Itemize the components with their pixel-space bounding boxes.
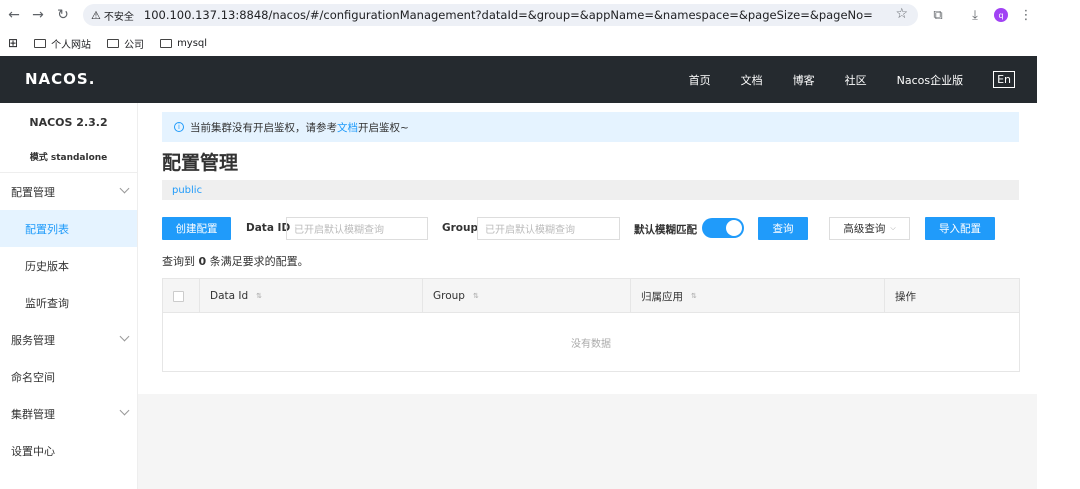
- column-data-id[interactable]: Data Id ⇅: [200, 279, 423, 313]
- sidebar-item-config-list[interactable]: 配置列表: [0, 210, 137, 247]
- top-nav: 首页 文档 博客 社区 Nacos企业版 En: [659, 56, 1015, 103]
- column-app[interactable]: 归属应用 ⇅: [631, 279, 885, 313]
- import-config-button[interactable]: 导入配置: [925, 217, 995, 240]
- chevron-down-icon: ⌵: [890, 224, 896, 232]
- nav-blog[interactable]: 博客: [793, 72, 815, 88]
- sidebar-item-service-management[interactable]: 服务管理: [0, 321, 137, 358]
- warning-icon: ⚠: [91, 8, 101, 22]
- info-icon: i: [174, 122, 184, 132]
- namespace-bar: public: [162, 180, 1019, 200]
- nav-enterprise[interactable]: Nacos企业版: [897, 72, 963, 88]
- column-operations: 操作: [895, 290, 916, 303]
- main-content: i 当前集群没有开启鉴权，请参考 文档 开启鉴权~ 配置管理 public 创建配置…: [138, 103, 1037, 394]
- query-button[interactable]: 查询: [758, 217, 808, 240]
- bookmark-star-icon[interactable]: ☆: [895, 6, 908, 22]
- docs-link[interactable]: 文档: [337, 120, 358, 135]
- column-group[interactable]: Group ⇅: [423, 279, 631, 313]
- namespace-public[interactable]: public: [172, 185, 202, 196]
- sidebar-item-namespace[interactable]: 命名空间: [0, 358, 137, 395]
- nacos-logo[interactable]: NACOS.: [25, 70, 95, 88]
- apps-icon[interactable]: ⊞: [8, 36, 18, 50]
- query-toolbar: 创建配置 Data ID 已开启默认模糊查询 Group 已开启默认模糊查询 默…: [162, 217, 1022, 241]
- group-label: Group: [442, 222, 479, 234]
- select-all-checkbox[interactable]: [173, 290, 184, 302]
- config-table: Data Id ⇅ Group ⇅ 归属应用 ⇅ 操作 没有数据: [162, 278, 1020, 372]
- extensions-icon[interactable]: ⧉: [928, 4, 948, 26]
- chevron-down-icon: [119, 331, 130, 342]
- content-footer-area: [138, 394, 1037, 489]
- profile-button[interactable]: q: [991, 4, 1011, 26]
- bookmark-company[interactable]: 公司: [107, 36, 144, 51]
- avatar: q: [994, 8, 1008, 22]
- language-toggle[interactable]: En: [993, 71, 1015, 88]
- auth-notice: i 当前集群没有开启鉴权，请参考 文档 开启鉴权~: [162, 112, 1019, 142]
- browser-toolbar: ← → ↻ ⚠ 不安全 100.100.137.13:8848/nacos/#/…: [0, 0, 1080, 30]
- sort-icon[interactable]: ⇅: [473, 292, 479, 300]
- sidebar-item-config-management[interactable]: 配置管理: [0, 173, 137, 210]
- address-bar[interactable]: ⚠ 不安全 100.100.137.13:8848/nacos/#/config…: [83, 4, 918, 26]
- sidebar-item-cluster-management[interactable]: 集群管理: [0, 395, 137, 432]
- sidebar-version: NACOS 2.3.2: [29, 115, 108, 129]
- download-icon[interactable]: ⤓: [965, 4, 985, 26]
- group-input[interactable]: 已开启默认模糊查询: [477, 217, 620, 240]
- nav-docs[interactable]: 文档: [741, 72, 763, 88]
- sidebar-item-history[interactable]: 历史版本: [0, 247, 137, 284]
- back-icon[interactable]: ←: [3, 4, 25, 26]
- app-header: NACOS. 首页 文档 博客 社区 Nacos企业版 En: [0, 56, 1037, 103]
- chevron-down-icon: [119, 183, 130, 194]
- folder-icon: [107, 38, 120, 48]
- bookmark-personal-site[interactable]: 个人网站: [34, 36, 91, 51]
- chevron-down-icon: [119, 405, 130, 416]
- select-all-cell: [163, 279, 200, 313]
- forward-icon[interactable]: →: [27, 4, 49, 26]
- bookmark-mysql[interactable]: mysql: [160, 38, 207, 49]
- security-warning[interactable]: ⚠ 不安全: [91, 8, 134, 23]
- bookmarks-bar: ⊞ 个人网站 公司 mysql: [0, 31, 1080, 55]
- folder-icon: [160, 38, 173, 48]
- sidebar: NACOS 2.3.2 模式 standalone 配置管理 配置列表 历史版本…: [0, 103, 138, 489]
- dataid-label: Data ID: [246, 222, 291, 234]
- dataid-input[interactable]: 已开启默认模糊查询: [286, 217, 428, 240]
- sidebar-item-listener-query[interactable]: 监听查询: [0, 284, 137, 321]
- create-config-button[interactable]: 创建配置: [162, 217, 231, 240]
- table-header: Data Id ⇅ Group ⇅ 归属应用 ⇅ 操作: [163, 279, 1019, 313]
- fuzzy-match-label: 默认模糊匹配: [634, 224, 697, 236]
- result-count: 0: [198, 255, 207, 268]
- sort-icon[interactable]: ⇅: [691, 292, 697, 300]
- empty-state: 没有数据: [571, 338, 611, 350]
- nav-home[interactable]: 首页: [689, 72, 711, 88]
- url-text[interactable]: 100.100.137.13:8848/nacos/#/configuratio…: [144, 8, 873, 22]
- folder-icon: [34, 38, 47, 48]
- advanced-query-button[interactable]: 高级查询 ⌵: [829, 217, 910, 240]
- reload-icon[interactable]: ↻: [52, 4, 74, 26]
- fuzzy-match-toggle[interactable]: [702, 218, 744, 238]
- sidebar-mode: 模式 standalone: [0, 141, 137, 173]
- menu-icon[interactable]: ⋮: [1016, 4, 1036, 26]
- nav-community[interactable]: 社区: [845, 72, 867, 88]
- sidebar-item-settings[interactable]: 设置中心: [0, 432, 137, 469]
- page-title: 配置管理: [162, 152, 239, 174]
- sort-icon[interactable]: ⇅: [256, 292, 262, 300]
- result-summary: 查询到 0 条满足要求的配置。: [162, 255, 309, 268]
